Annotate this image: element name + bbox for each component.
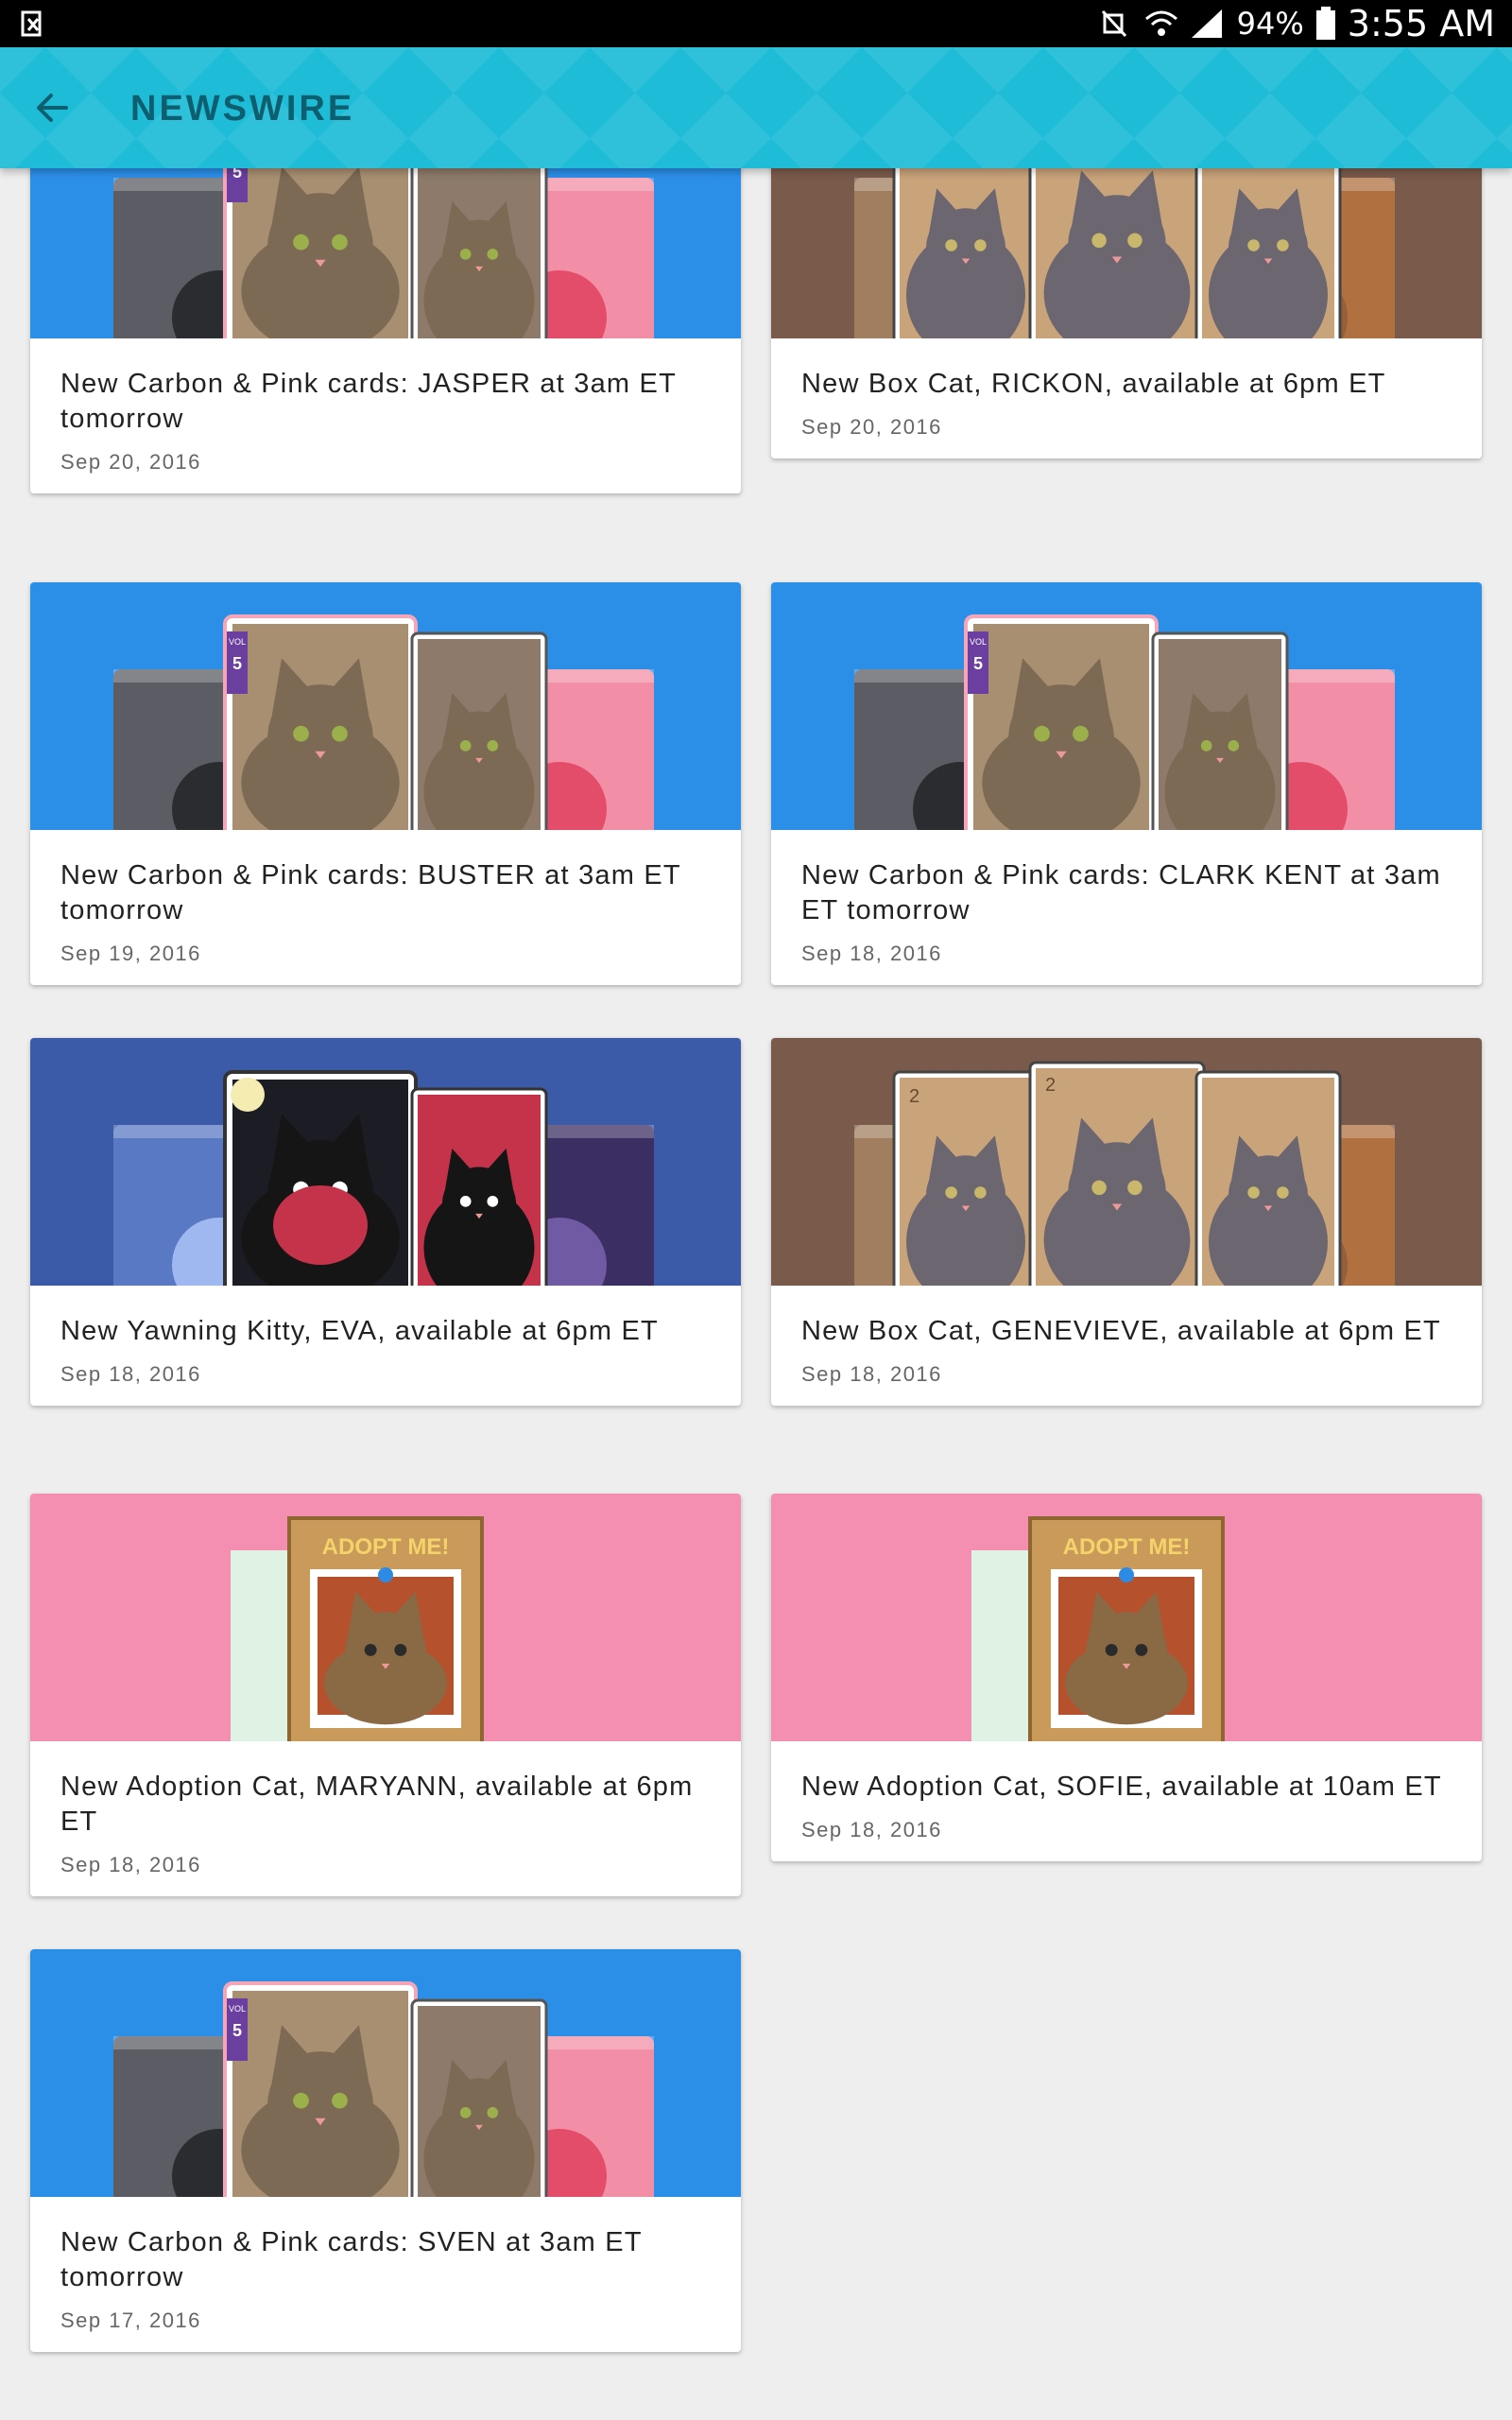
card-body: New Carbon & Pink cards: CLARK KENT at 3… xyxy=(771,830,1482,985)
card-date: Sep 18, 2016 xyxy=(801,942,942,965)
app-bar: NEWSWIRE xyxy=(0,47,1512,168)
card-title: New Carbon & Pink cards: CLARK KENT at 3… xyxy=(801,860,1441,925)
svg-text:VOL: VOL xyxy=(229,2004,246,2014)
card-date: Sep 17, 2016 xyxy=(60,2308,201,2332)
svg-text:2: 2 xyxy=(909,1086,919,1107)
svg-text:ADOPT ME!: ADOPT ME! xyxy=(322,1534,450,1560)
news-feed[interactable]: VOL 5 New Carbon & Pink cards: JASPER at … xyxy=(0,168,1512,2420)
card-date: Sep 20, 2016 xyxy=(60,450,201,474)
signal-icon xyxy=(1191,9,1222,38)
card-title: New Carbon & Pink cards: JASPER at 3am E… xyxy=(60,369,677,434)
card-date: Sep 18, 2016 xyxy=(60,1853,201,1876)
page-title: NEWSWIRE xyxy=(130,89,355,129)
status-icons: 94% 3:55 AM xyxy=(1095,0,1495,47)
card-title: New Yawning Kitty, EVA, available at 6pm… xyxy=(60,1316,659,1346)
card-date: Sep 19, 2016 xyxy=(60,942,201,965)
status-bar: 94% 3:55 AM xyxy=(0,0,1512,47)
battery-icon xyxy=(1315,7,1335,40)
card-body: New Carbon & Pink cards: BUSTER at 3am E… xyxy=(30,830,741,985)
news-card[interactable]: VOL 5 New Carbon & Pink cards: BUSTER at … xyxy=(30,582,741,985)
arrow-back-icon[interactable] xyxy=(26,81,79,134)
card-date: Sep 18, 2016 xyxy=(60,1362,201,1386)
card-body: New Box Cat, GENEVIEVE, available at 6pm… xyxy=(771,1286,1482,1406)
news-card[interactable]: New Yawning Kitty, EVA, available at 6pm… xyxy=(30,1038,741,1406)
news-card[interactable]: 22 New Box Cat, GENEVIEVE, available at … xyxy=(771,1038,1482,1406)
news-card[interactable]: VOL 5 New Carbon & Pink cards: SVEN at 3a… xyxy=(30,1949,741,2352)
clock: 3:55 AM xyxy=(1347,3,1495,44)
mute-icon xyxy=(1101,9,1126,38)
svg-text:5: 5 xyxy=(232,2021,242,2040)
wifi-icon xyxy=(1144,10,1177,36)
card-image[interactable]: 22 xyxy=(771,168,1482,338)
card-image[interactable]: ADOPT ME! xyxy=(771,1494,1482,1741)
card-body: New Yawning Kitty, EVA, available at 6pm… xyxy=(30,1286,741,1406)
svg-text:5: 5 xyxy=(232,654,242,673)
card-date: Sep 18, 2016 xyxy=(801,1818,942,1841)
card-image[interactable]: VOL 5 xyxy=(30,1949,741,2197)
card-body: New Adoption Cat, SOFIE, available at 10… xyxy=(771,1741,1482,1861)
svg-text:VOL: VOL xyxy=(229,637,246,647)
card-title: New Carbon & Pink cards: SVEN at 3am ET … xyxy=(60,2227,643,2292)
news-card[interactable]: VOL5 New Carbon & Pink cards: JASPER at … xyxy=(30,168,741,493)
battery-percent: 94% xyxy=(1236,6,1304,42)
card-body: New Carbon & Pink cards: SVEN at 3am ET … xyxy=(30,2197,741,2352)
card-image[interactable]: VOL5 xyxy=(30,168,741,338)
svg-text:ADOPT ME!: ADOPT ME! xyxy=(1063,1534,1191,1560)
card-title: New Adoption Cat, SOFIE, available at 10… xyxy=(801,1772,1442,1802)
card-image[interactable] xyxy=(30,1038,741,1286)
card-image[interactable]: 22 xyxy=(771,1038,1482,1286)
card-title: New Carbon & Pink cards: BUSTER at 3am E… xyxy=(60,860,681,925)
svg-text:VOL: VOL xyxy=(970,637,987,647)
svg-text:5: 5 xyxy=(973,654,983,673)
card-image[interactable]: VOL 5 xyxy=(771,582,1482,830)
news-card[interactable]: ADOPT ME! New Adoption Cat, SOFIE, avail… xyxy=(771,1494,1482,1861)
card-title: New Box Cat, RICKON, available at 6pm ET xyxy=(801,369,1386,399)
card-body: New Carbon & Pink cards: JASPER at 3am E… xyxy=(30,338,741,493)
card-title: New Box Cat, GENEVIEVE, available at 6pm… xyxy=(801,1316,1441,1346)
card-date: Sep 20, 2016 xyxy=(801,415,942,439)
news-card[interactable]: VOL 5 New Carbon & Pink cards: CLARK KENT… xyxy=(771,582,1482,985)
svg-text:5: 5 xyxy=(232,168,242,182)
news-card[interactable]: 22 New Box Cat, RICKON, available at 6pm… xyxy=(771,168,1482,458)
card-date: Sep 18, 2016 xyxy=(801,1362,942,1386)
card-body: New Box Cat, RICKON, available at 6pm ET… xyxy=(771,338,1482,458)
svg-text:2: 2 xyxy=(1045,1075,1056,1096)
card-body: New Adoption Cat, MARYANN, available at … xyxy=(30,1741,741,1896)
card-title: New Adoption Cat, MARYANN, available at … xyxy=(60,1772,694,1837)
news-card[interactable]: ADOPT ME! New Adoption Cat, MARYANN, ava… xyxy=(30,1494,741,1896)
screenshot-icon xyxy=(21,10,42,37)
card-image[interactable]: VOL 5 xyxy=(30,582,741,830)
card-image[interactable]: ADOPT ME! xyxy=(30,1494,741,1741)
